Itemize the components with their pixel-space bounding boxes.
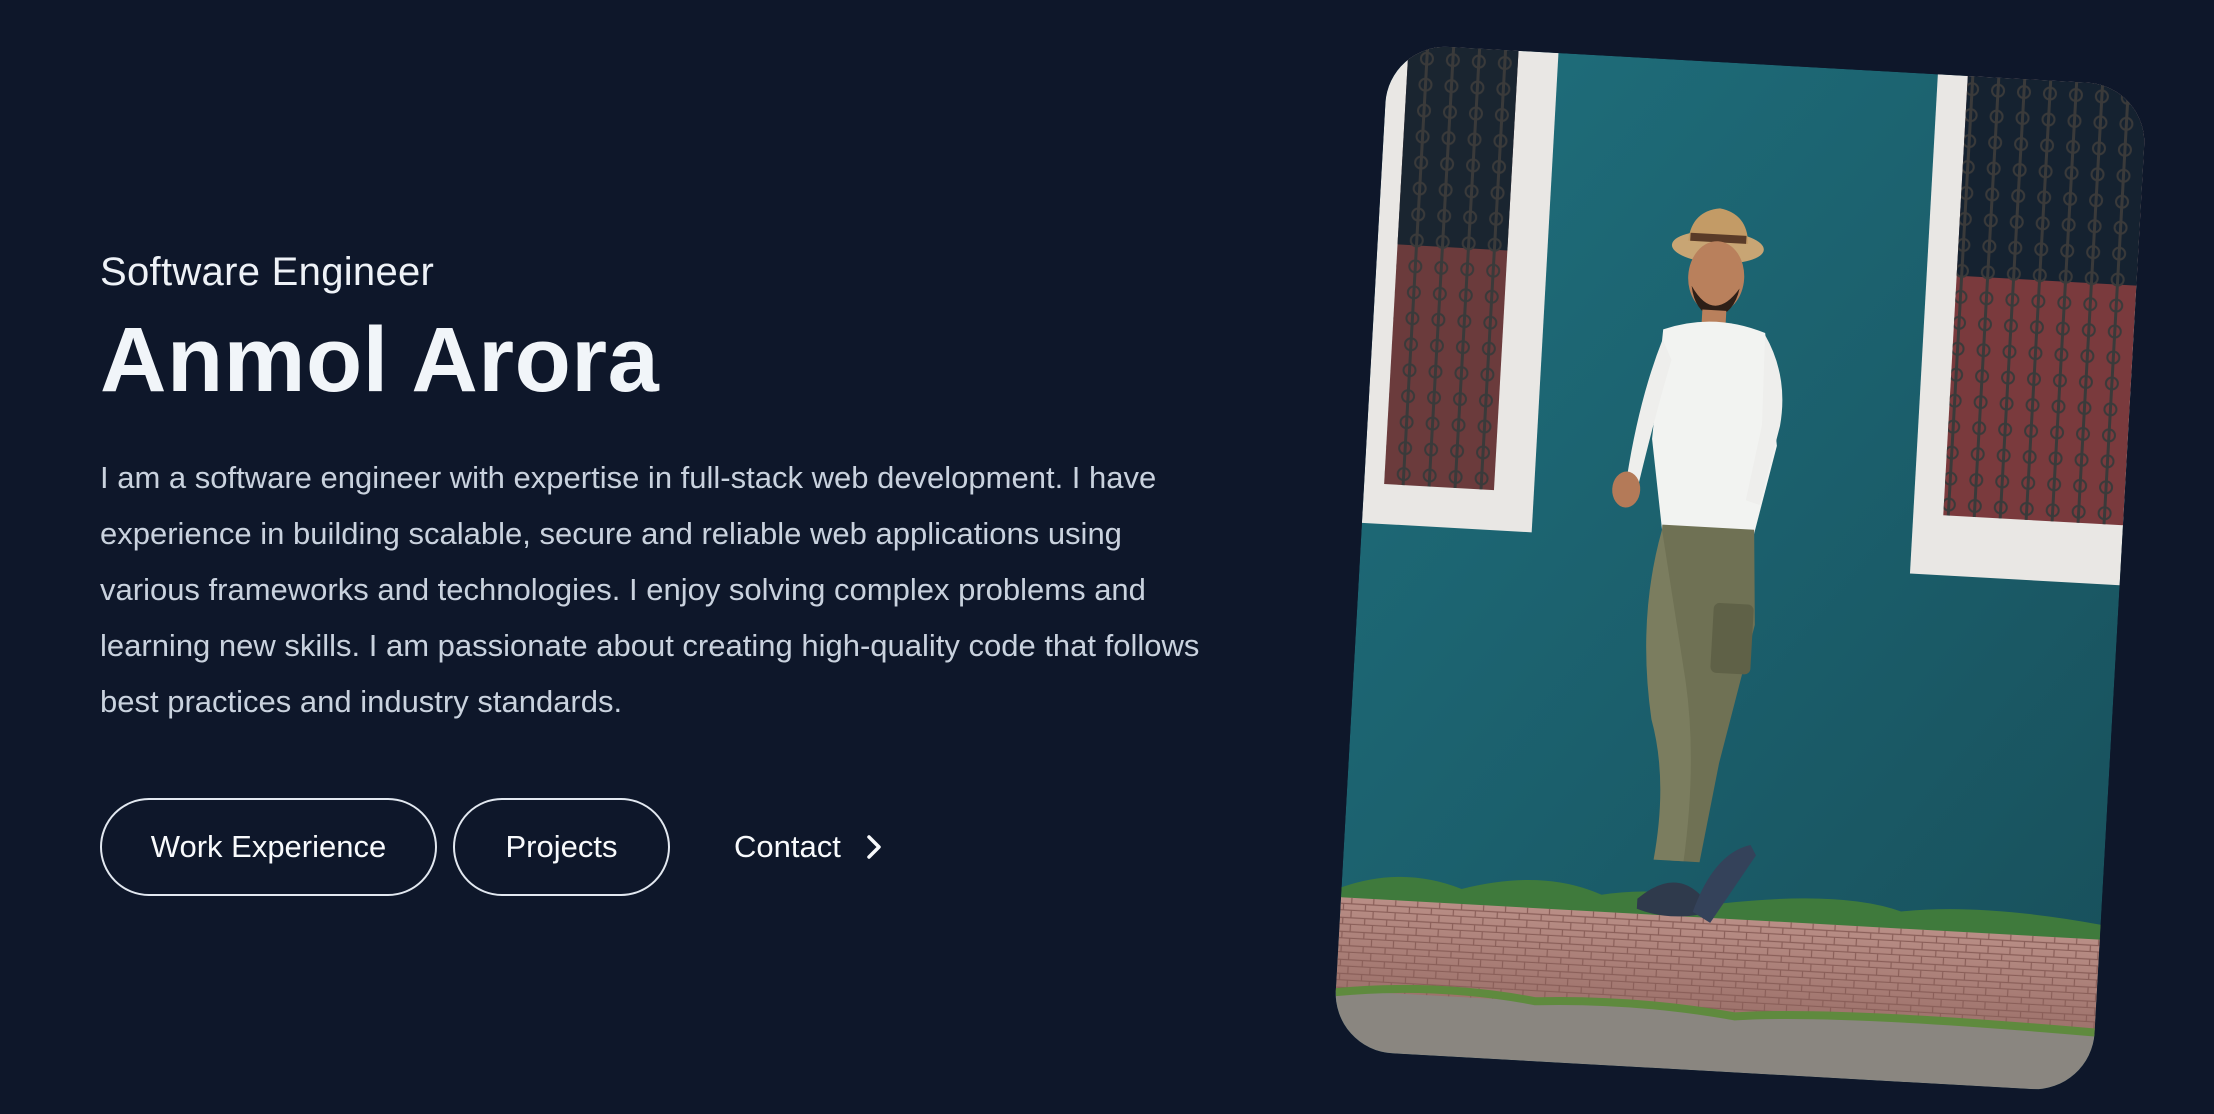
hero-bio: I am a software engineer with expertise … bbox=[100, 460, 1200, 719]
projects-button[interactable]: Projects bbox=[453, 798, 670, 896]
hero-actions: Work Experience Projects Contact bbox=[100, 798, 895, 896]
hero-name: Anmol Arora bbox=[100, 309, 660, 411]
hero-intro: Software Engineer Anmol Arora I am a sof… bbox=[100, 248, 1200, 730]
hero-section: Software Engineer Anmol Arora I am a sof… bbox=[0, 0, 2214, 1114]
work-experience-button[interactable]: Work Experience bbox=[100, 798, 437, 896]
contact-link[interactable]: Contact bbox=[734, 827, 895, 867]
hero-role: Software Engineer bbox=[100, 250, 435, 294]
contact-label: Contact bbox=[734, 829, 841, 864]
chevron-right-icon bbox=[855, 827, 895, 867]
profile-photo bbox=[1332, 43, 2148, 1093]
